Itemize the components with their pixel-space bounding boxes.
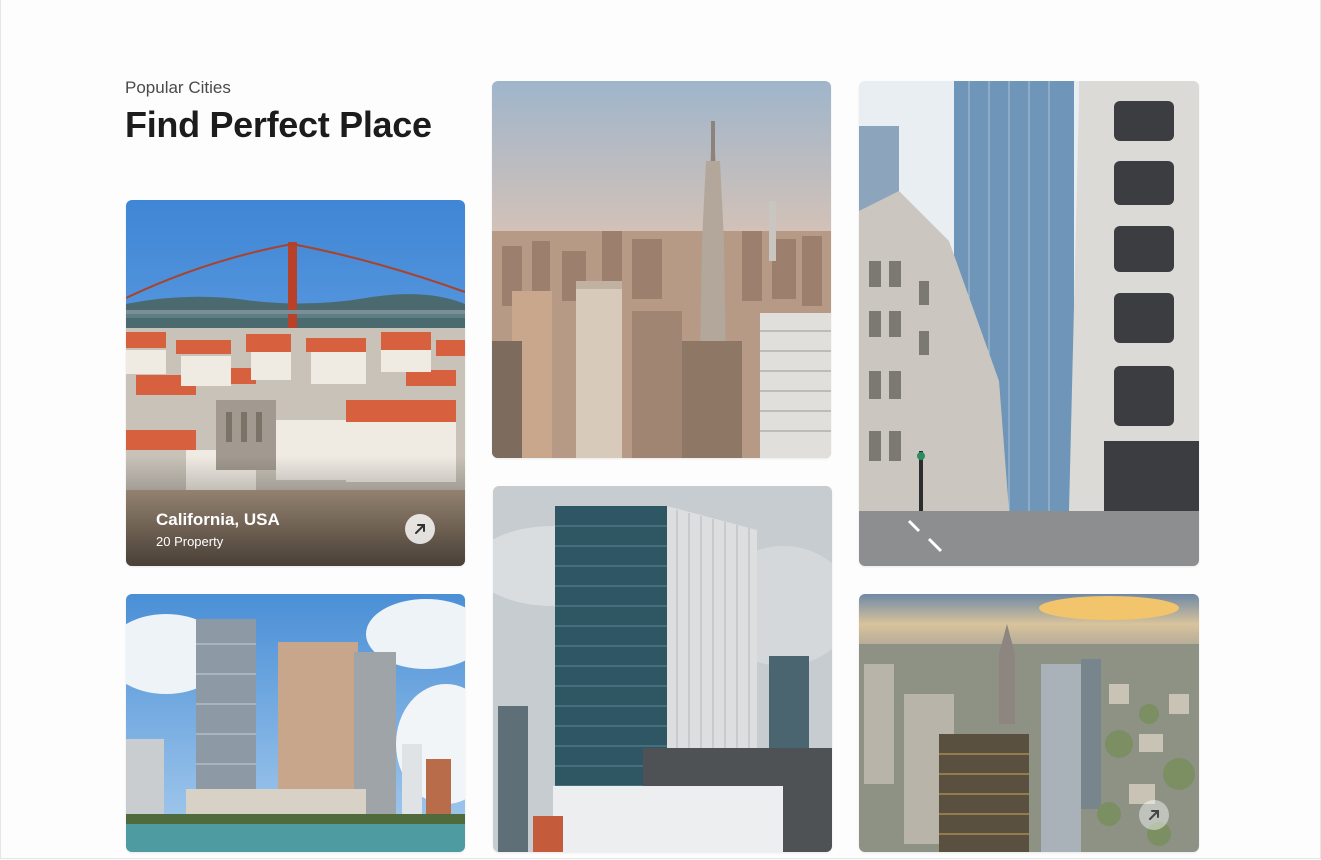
city-card-miami[interactable] [126,594,465,852]
city-card-new-york[interactable] [492,81,831,458]
city-card-frankfurt[interactable] [859,594,1199,852]
city-image-london [859,81,1199,566]
city-card-california[interactable]: California, USA 20 Property [126,200,465,566]
section-kicker: Popular Cities [125,78,231,97]
city-card-tokyo[interactable] [493,486,832,852]
city-name: California, USA [156,510,280,529]
city-card-london[interactable] [859,81,1199,566]
city-image-tokyo [493,486,832,852]
section-title: Find Perfect Place [125,104,432,145]
arrow-up-right-icon[interactable] [405,514,435,544]
arrow-up-right-icon[interactable] [1139,800,1169,830]
property-count: 20 Property [156,534,224,549]
city-image-miami [126,594,465,852]
city-image-new-york [492,81,831,458]
